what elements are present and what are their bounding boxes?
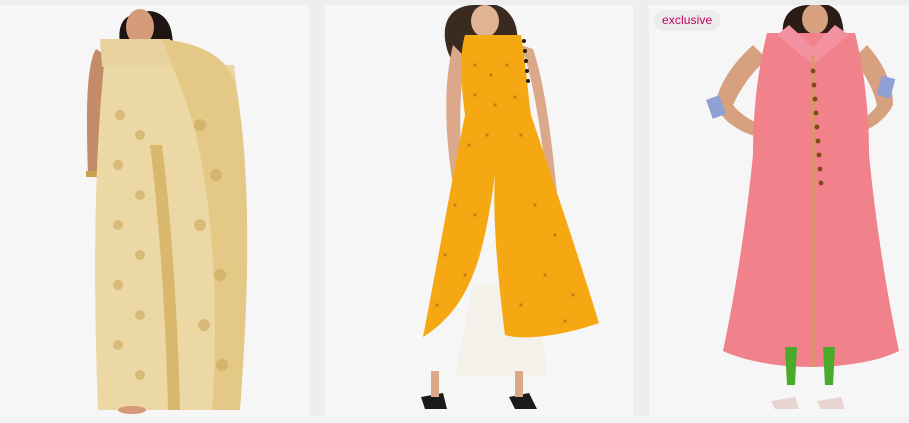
product-image-mustard-kurta[interactable] bbox=[325, 5, 633, 416]
exclusive-badge: exclusive bbox=[654, 10, 721, 31]
product-card-saree[interactable] bbox=[0, 5, 309, 417]
product-card-mustard-kurta[interactable] bbox=[325, 5, 633, 417]
product-image-pink-kurta[interactable] bbox=[649, 5, 909, 416]
product-image-saree[interactable] bbox=[0, 5, 309, 416]
product-card-pink-kurta[interactable]: exclusive bbox=[649, 5, 909, 417]
grid-bottom-divider bbox=[0, 416, 909, 423]
product-grid: exclusive bbox=[0, 0, 909, 423]
